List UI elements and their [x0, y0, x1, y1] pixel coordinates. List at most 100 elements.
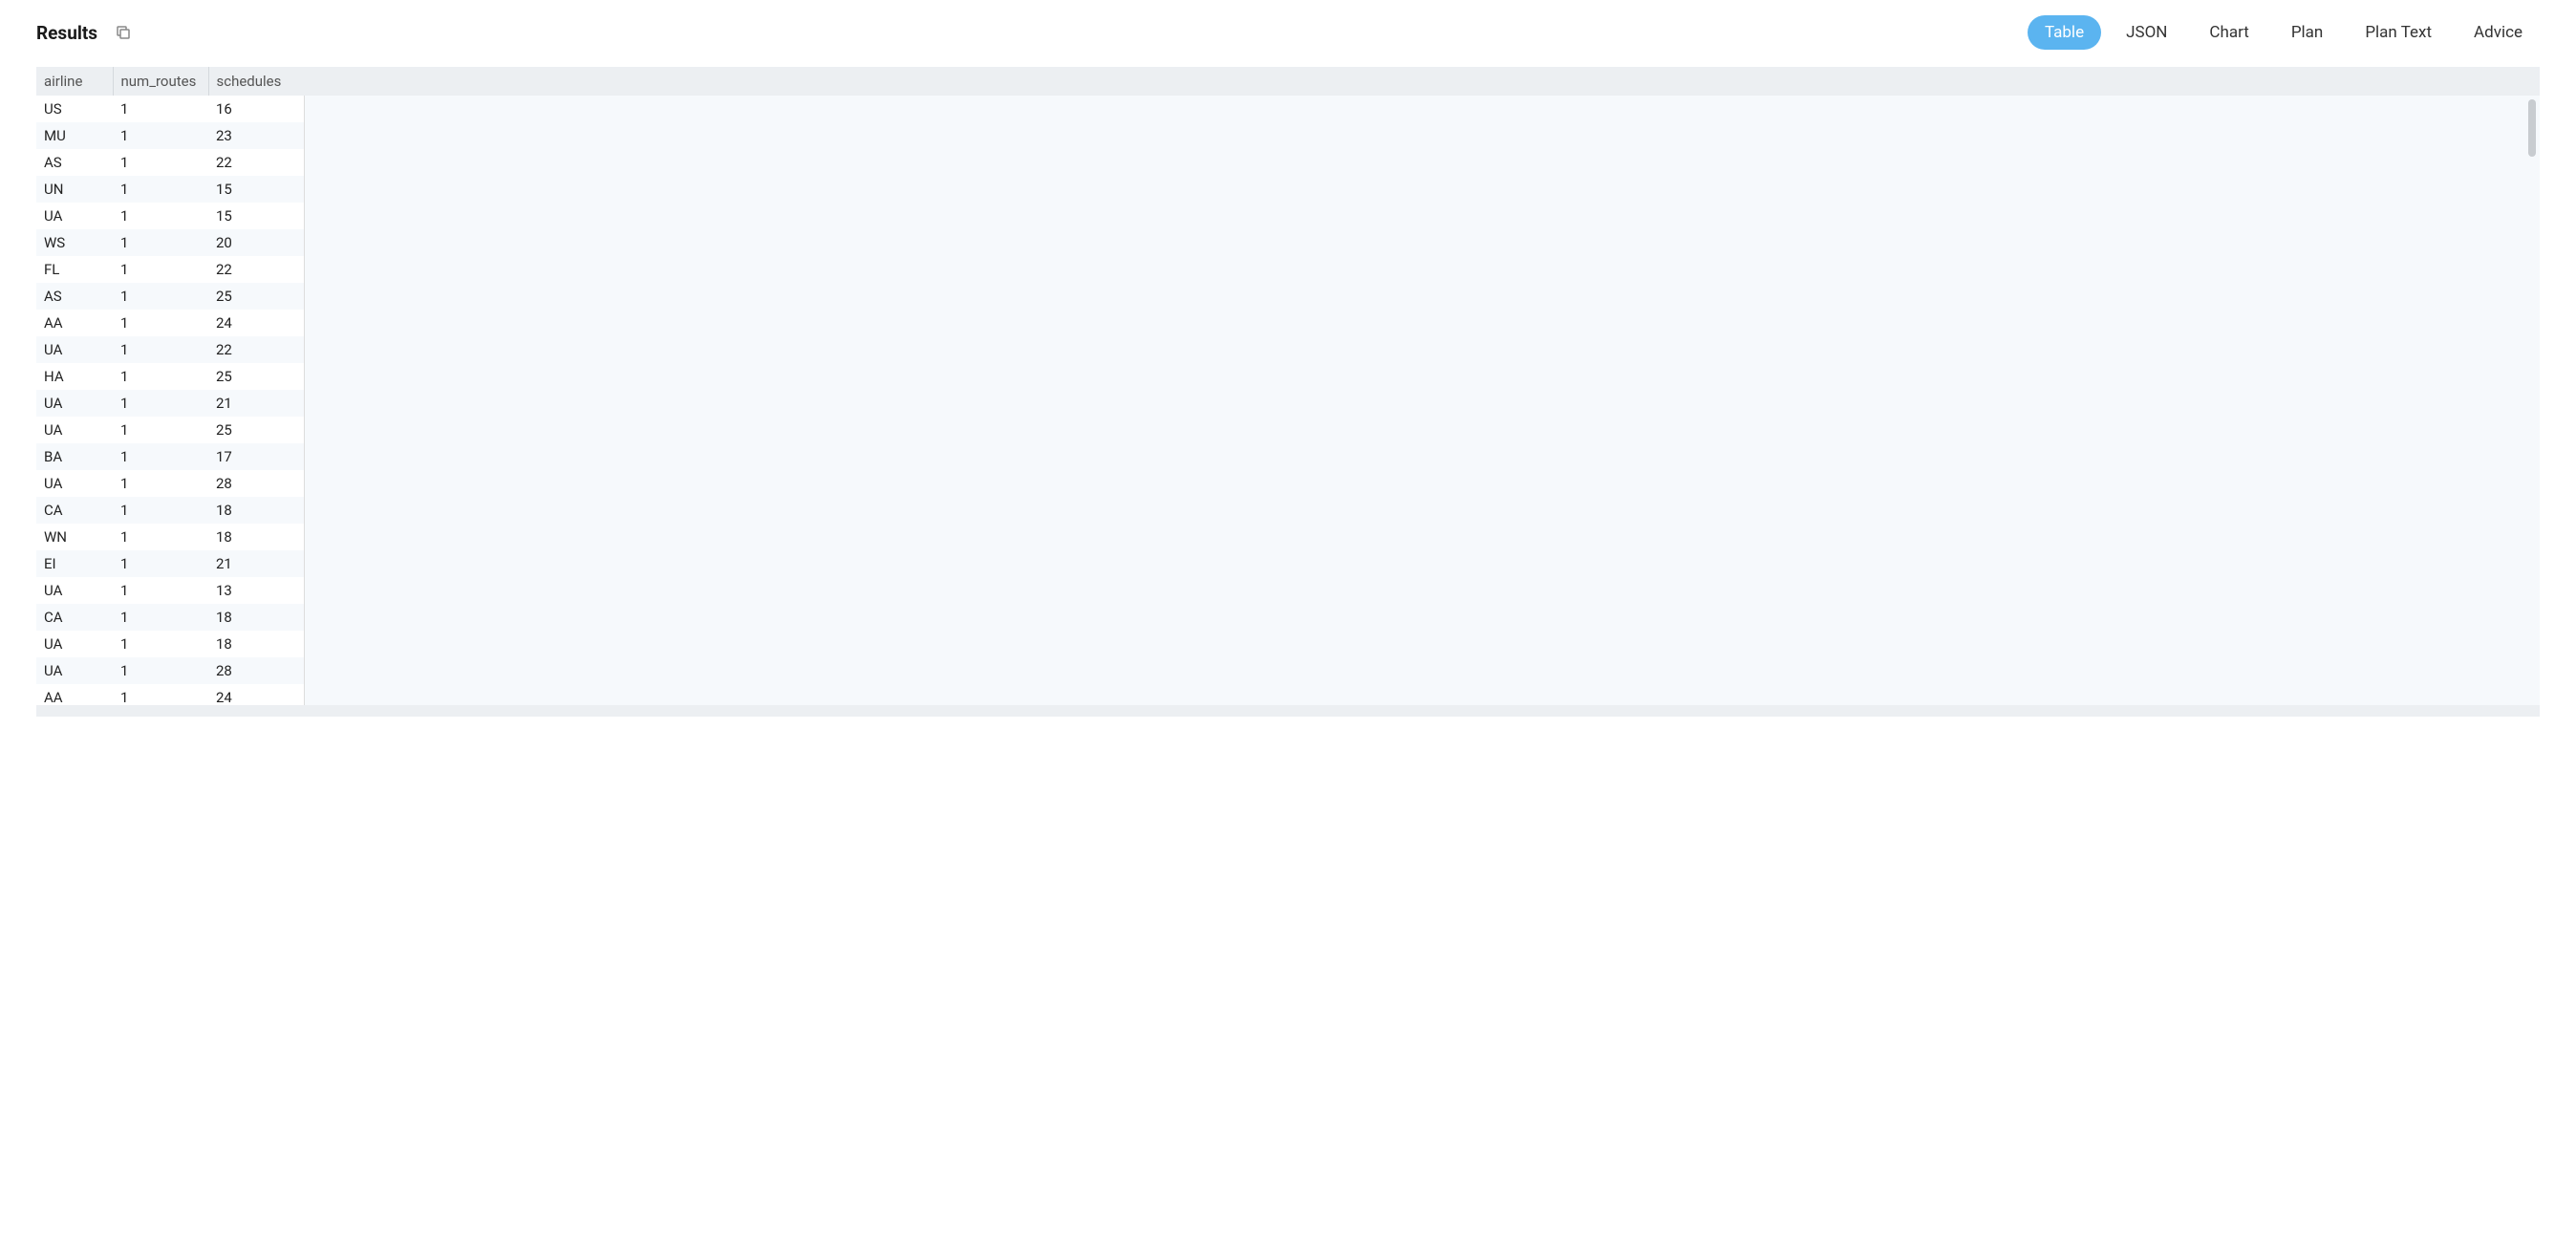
- table-row: EI121: [36, 550, 304, 577]
- cell-num_routes: 1: [113, 96, 208, 122]
- table-row: UN115: [36, 176, 304, 203]
- cell-schedules: 21: [208, 550, 304, 577]
- cell-airline: MU: [36, 122, 113, 149]
- table-row: WS120: [36, 229, 304, 256]
- cell-airline: WN: [36, 524, 113, 550]
- cell-airline: UA: [36, 577, 113, 604]
- cell-num_routes: 1: [113, 657, 208, 684]
- content-area: airlinenum_routesschedules US116MU123AS1…: [36, 67, 2540, 705]
- cell-airline: AA: [36, 684, 113, 705]
- table-row: HA125: [36, 363, 304, 390]
- column-header-airline[interactable]: airline: [36, 67, 113, 97]
- cell-schedules: 24: [208, 310, 304, 336]
- cell-num_routes: 1: [113, 443, 208, 470]
- tab-chart[interactable]: Chart: [2192, 15, 2265, 50]
- table-row: AA124: [36, 684, 304, 705]
- cell-num_routes: 1: [113, 577, 208, 604]
- cell-airline: EI: [36, 550, 113, 577]
- table-row: FL122: [36, 256, 304, 283]
- cell-num_routes: 1: [113, 390, 208, 417]
- tab-plan-text[interactable]: Plan Text: [2348, 15, 2449, 50]
- table-row: WN118: [36, 524, 304, 550]
- table-row: UA121: [36, 390, 304, 417]
- cell-num_routes: 1: [113, 283, 208, 310]
- footer-bar: [36, 705, 2540, 717]
- cell-schedules: 15: [208, 176, 304, 203]
- cell-num_routes: 1: [113, 497, 208, 524]
- cell-airline: UA: [36, 657, 113, 684]
- table-row: AS122: [36, 149, 304, 176]
- cell-schedules: 18: [208, 524, 304, 550]
- cell-schedules: 22: [208, 149, 304, 176]
- table-header-row: airlinenum_routesschedules: [36, 67, 304, 97]
- scrollbar-thumb[interactable]: [2528, 99, 2536, 157]
- results-table-header: airlinenum_routesschedules: [36, 67, 304, 97]
- tab-plan[interactable]: Plan: [2274, 15, 2341, 50]
- table-row: UA125: [36, 417, 304, 443]
- cell-schedules: 21: [208, 390, 304, 417]
- table-row: CA118: [36, 604, 304, 631]
- cell-num_routes: 1: [113, 203, 208, 229]
- table-row: UA115: [36, 203, 304, 229]
- cell-airline: WS: [36, 229, 113, 256]
- column-header-num_routes[interactable]: num_routes: [113, 67, 208, 97]
- cell-airline: US: [36, 96, 113, 122]
- cell-num_routes: 1: [113, 470, 208, 497]
- cell-airline: AS: [36, 149, 113, 176]
- cell-schedules: 18: [208, 631, 304, 657]
- cell-airline: CA: [36, 604, 113, 631]
- table-row: BA117: [36, 443, 304, 470]
- table-row: AA124: [36, 310, 304, 336]
- cell-schedules: 18: [208, 604, 304, 631]
- table-row: UA122: [36, 336, 304, 363]
- table-row: US116: [36, 96, 304, 122]
- cell-airline: BA: [36, 443, 113, 470]
- table-body: US116MU123AS122UN115UA115WS120FL122AS125…: [36, 96, 304, 705]
- cell-num_routes: 1: [113, 256, 208, 283]
- header-left: Results: [36, 22, 132, 44]
- cell-num_routes: 1: [113, 149, 208, 176]
- cell-schedules: 25: [208, 363, 304, 390]
- copy-icon[interactable]: [115, 24, 132, 41]
- cell-airline: UA: [36, 470, 113, 497]
- cell-schedules: 22: [208, 256, 304, 283]
- cell-airline: AA: [36, 310, 113, 336]
- cell-num_routes: 1: [113, 363, 208, 390]
- cell-num_routes: 1: [113, 631, 208, 657]
- cell-airline: UA: [36, 203, 113, 229]
- cell-num_routes: 1: [113, 122, 208, 149]
- cell-schedules: 17: [208, 443, 304, 470]
- table-row: MU123: [36, 122, 304, 149]
- cell-airline: UA: [36, 631, 113, 657]
- results-table: US116MU123AS122UN115UA115WS120FL122AS125…: [36, 96, 304, 705]
- cell-airline: UA: [36, 336, 113, 363]
- cell-schedules: 16: [208, 96, 304, 122]
- cell-num_routes: 1: [113, 417, 208, 443]
- tab-table[interactable]: Table: [2028, 15, 2101, 50]
- cell-schedules: 20: [208, 229, 304, 256]
- cell-airline: FL: [36, 256, 113, 283]
- column-header-schedules[interactable]: schedules: [208, 67, 304, 97]
- cell-schedules: 28: [208, 470, 304, 497]
- cell-num_routes: 1: [113, 336, 208, 363]
- cell-schedules: 24: [208, 684, 304, 705]
- table-row: UA128: [36, 470, 304, 497]
- cell-schedules: 23: [208, 122, 304, 149]
- cell-schedules: 25: [208, 417, 304, 443]
- cell-schedules: 28: [208, 657, 304, 684]
- tab-json[interactable]: JSON: [2109, 15, 2184, 50]
- cell-num_routes: 1: [113, 524, 208, 550]
- cell-schedules: 25: [208, 283, 304, 310]
- cell-num_routes: 1: [113, 604, 208, 631]
- cell-num_routes: 1: [113, 229, 208, 256]
- cell-airline: UN: [36, 176, 113, 203]
- results-header: Results TableJSONChart PlanPlan TextAdvic…: [0, 0, 2576, 67]
- tab-advice[interactable]: Advice: [2457, 15, 2540, 50]
- table-row: UA118: [36, 631, 304, 657]
- cell-airline: CA: [36, 497, 113, 524]
- table-row: AS125: [36, 283, 304, 310]
- cell-airline: HA: [36, 363, 113, 390]
- cell-airline: AS: [36, 283, 113, 310]
- cell-num_routes: 1: [113, 176, 208, 203]
- table-row: CA118: [36, 497, 304, 524]
